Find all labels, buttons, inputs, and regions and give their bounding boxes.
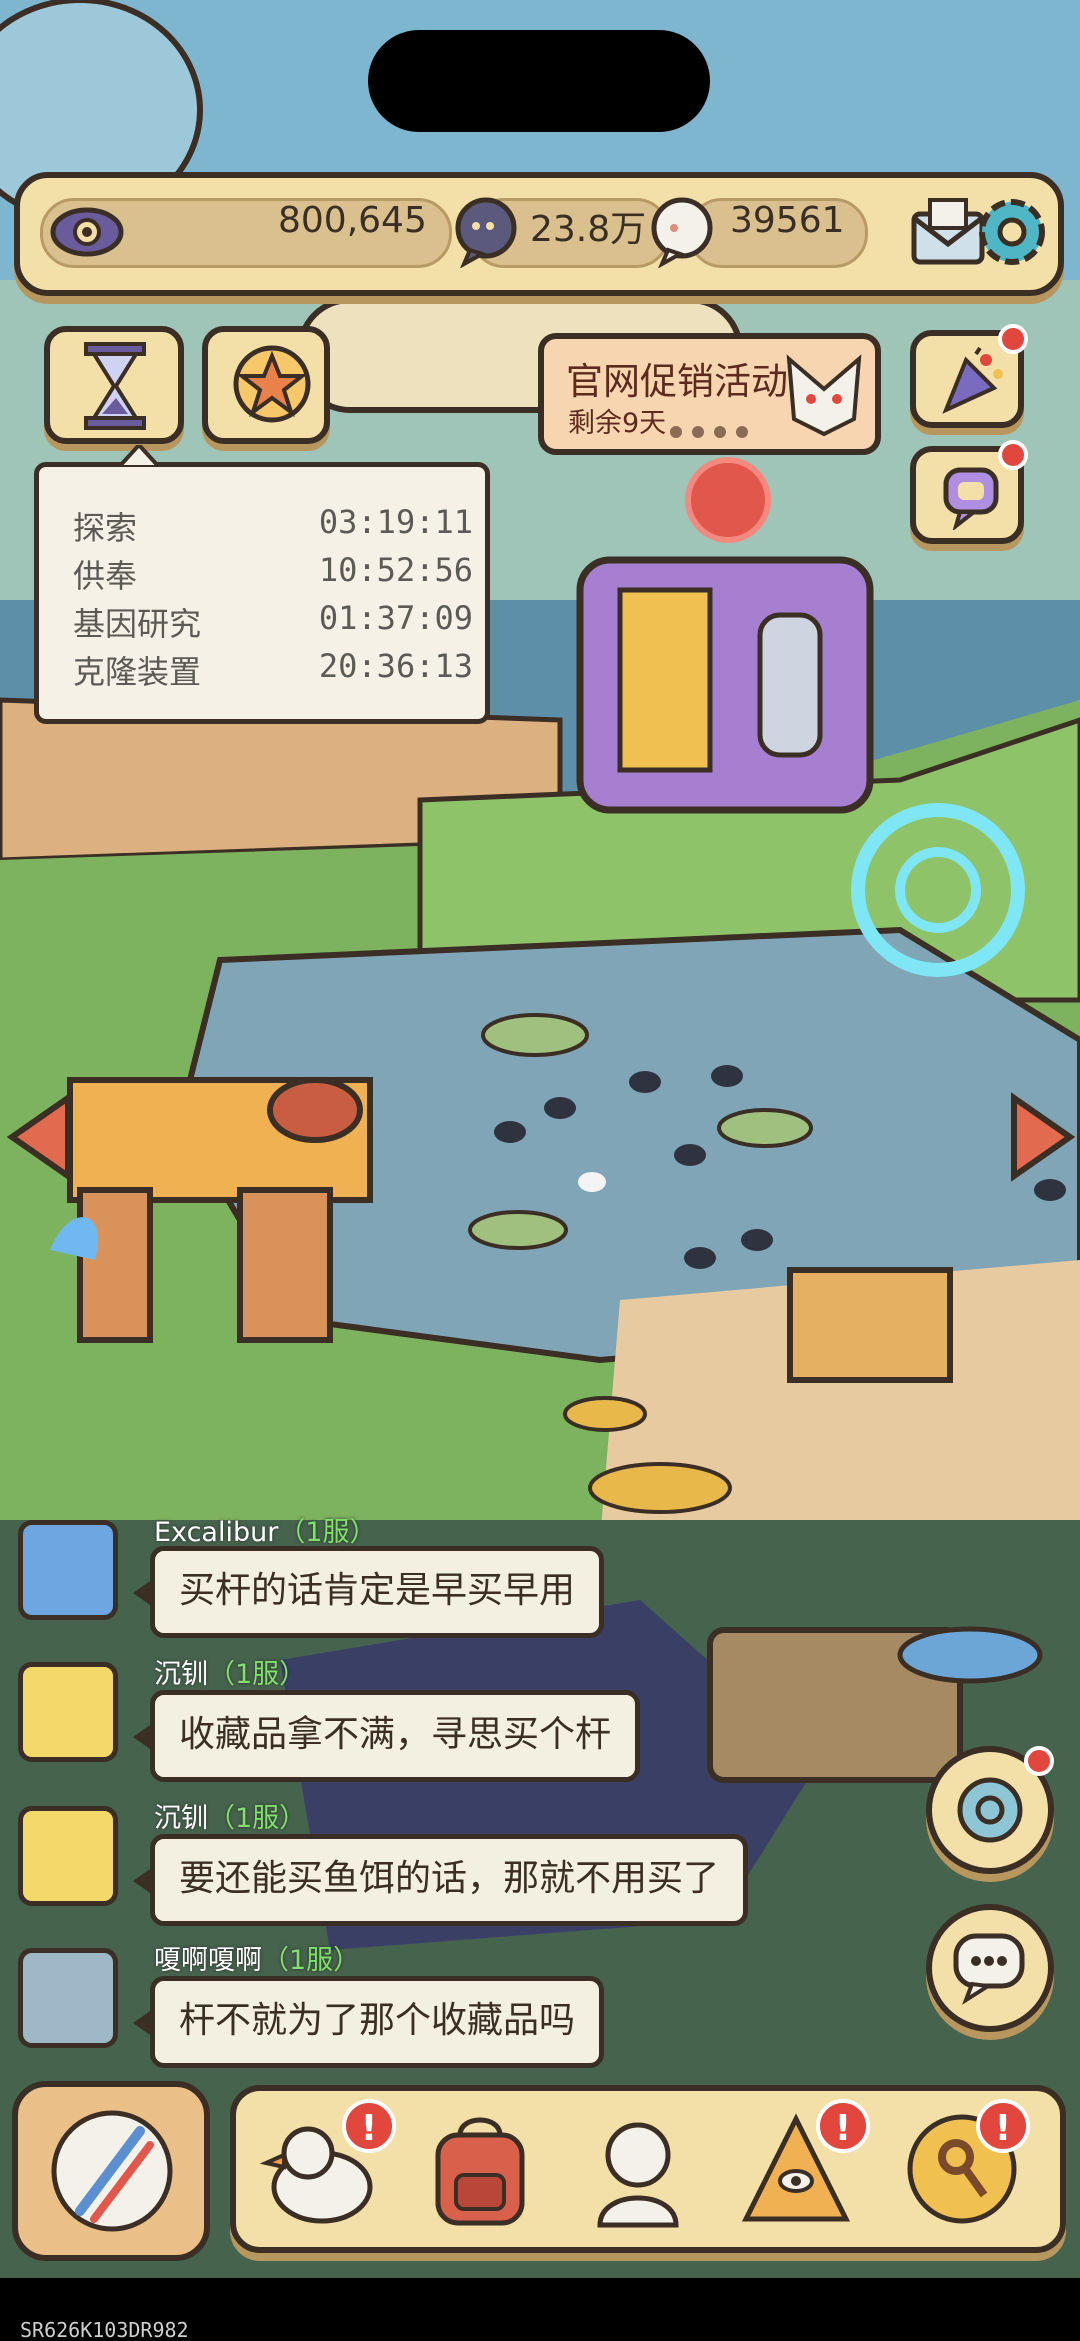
- menu-duck[interactable]: !: [258, 2099, 396, 2233]
- compass-icon: [952, 1772, 1028, 1852]
- alert-badge: !: [342, 2099, 396, 2153]
- speech-count: 39561: [730, 200, 845, 241]
- duck-icon: [258, 2126, 386, 2237]
- timer-name: 克隆装置: [73, 653, 202, 691]
- timer-row: 探索 03:19:11: [73, 503, 473, 547]
- chat-username: 沉钏（1服）: [154, 1796, 306, 1835]
- chat-user: 沉钏: [154, 1803, 208, 1834]
- notification-dot: [998, 440, 1028, 470]
- chat-server: （1服）: [262, 1945, 361, 1976]
- scroll-left-arrow[interactable]: [6, 1092, 76, 1182]
- menu-key[interactable]: !: [898, 2099, 1030, 2233]
- avatar[interactable]: [18, 1520, 118, 1620]
- favorites-button[interactable]: [202, 326, 330, 444]
- notification-dot: [1024, 1746, 1054, 1776]
- bubbles-count: 23.8万: [530, 209, 647, 250]
- timer-row: 基因研究 01:37:09: [73, 599, 473, 643]
- alert-badge: !: [976, 2099, 1030, 2153]
- chat-message: 收藏品拿不满，寻思买个杆: [132, 1690, 641, 1782]
- timer-value: 01:37:09: [318, 599, 473, 637]
- chat-server: （1服）: [278, 1517, 377, 1548]
- timer-name: 探索: [73, 509, 138, 547]
- chat-message: 买杆的话肯定是早买早用: [132, 1546, 605, 1638]
- promo-pager: [670, 423, 758, 442]
- chat-username: 沉钏（1服）: [154, 1652, 306, 1691]
- fishing-rod-icon: [50, 2101, 174, 2245]
- timer-row: 克隆装置 20:36:13: [73, 647, 473, 691]
- party-popper-icon: [936, 346, 1008, 422]
- avatar[interactable]: [18, 1662, 118, 1762]
- timer-value: 03:19:11: [318, 503, 473, 541]
- menu-pyramid[interactable]: !: [732, 2099, 870, 2233]
- chat-user: Excalibur: [154, 1517, 279, 1548]
- bottom-menu: ! ! !: [230, 2085, 1066, 2253]
- timer-value: 20:36:13: [318, 647, 473, 685]
- fox-mask-icon: [786, 354, 862, 437]
- promo-subtitle: 剩余9天: [568, 408, 667, 439]
- menu-statue[interactable]: [574, 2105, 702, 2233]
- timer-name: 供奉: [73, 557, 138, 595]
- chat-user: 嗄啊嗄啊: [154, 1945, 262, 1976]
- timer-name: 基因研究: [73, 605, 202, 643]
- game-scene[interactable]: 800,645 23.8万 39561 探索03:19:11 供奉10:52: [0, 0, 1080, 2341]
- notification-dot: [998, 324, 1028, 354]
- camera-notch: [368, 30, 710, 132]
- chat-bubble-icon: [940, 464, 1006, 534]
- fishing-button[interactable]: [12, 2081, 210, 2261]
- chat-message: 杆不就为了那个收藏品吗: [132, 1976, 605, 2068]
- timer-button[interactable]: [44, 326, 184, 444]
- scroll-right-arrow[interactable]: [1006, 1092, 1076, 1182]
- promo-title: 官网促销活动: [566, 360, 788, 403]
- statue-icon: [574, 2122, 702, 2237]
- chat-user: 沉钏: [154, 1659, 208, 1690]
- hourglass-icon: [80, 340, 150, 436]
- speech-icon: [648, 196, 716, 272]
- popup-pointer: [119, 445, 159, 467]
- eye-icon: [50, 200, 124, 268]
- key-icon: [898, 2114, 1026, 2237]
- avatar[interactable]: [18, 1948, 118, 2048]
- avatar[interactable]: [18, 1806, 118, 1906]
- menu-backpack[interactable]: [416, 2105, 544, 2233]
- chat-server: （1服）: [208, 1659, 307, 1690]
- alert-badge: !: [816, 2099, 870, 2153]
- chat-icon: [950, 1930, 1030, 2010]
- chat-username: Excalibur（1服）: [154, 1510, 377, 1549]
- views-count: 800,645: [278, 200, 427, 241]
- feedback-button[interactable]: [910, 440, 1028, 544]
- chat-message: 要还能买鱼饵的话，那就不用买了: [132, 1834, 749, 1926]
- star-icon: [230, 342, 314, 430]
- timer-value: 10:52:56: [318, 551, 473, 589]
- resource-bar: 800,645 23.8万 39561: [14, 172, 1064, 296]
- explore-button[interactable]: [926, 1746, 1054, 1874]
- event-button[interactable]: [910, 324, 1028, 428]
- backpack-icon: [416, 2117, 544, 2237]
- build-code: SR626K103DR982: [20, 2318, 189, 2341]
- chat-button[interactable]: [926, 1904, 1054, 2032]
- chat-username: 嗄啊嗄啊（1服）: [154, 1938, 360, 1977]
- timers-panel: 探索 03:19:11 供奉 10:52:56 基因研究 01:37:09 克隆装置 2…: [34, 445, 490, 724]
- pyramid-icon: [732, 2113, 860, 2237]
- gear-icon[interactable]: [968, 188, 1056, 280]
- chat-server: （1服）: [208, 1803, 307, 1834]
- timer-row: 供奉 10:52:56: [73, 551, 473, 595]
- promo-banner[interactable]: 官网促销活动 剩余9天: [538, 333, 881, 455]
- bubble-icon: [452, 196, 520, 272]
